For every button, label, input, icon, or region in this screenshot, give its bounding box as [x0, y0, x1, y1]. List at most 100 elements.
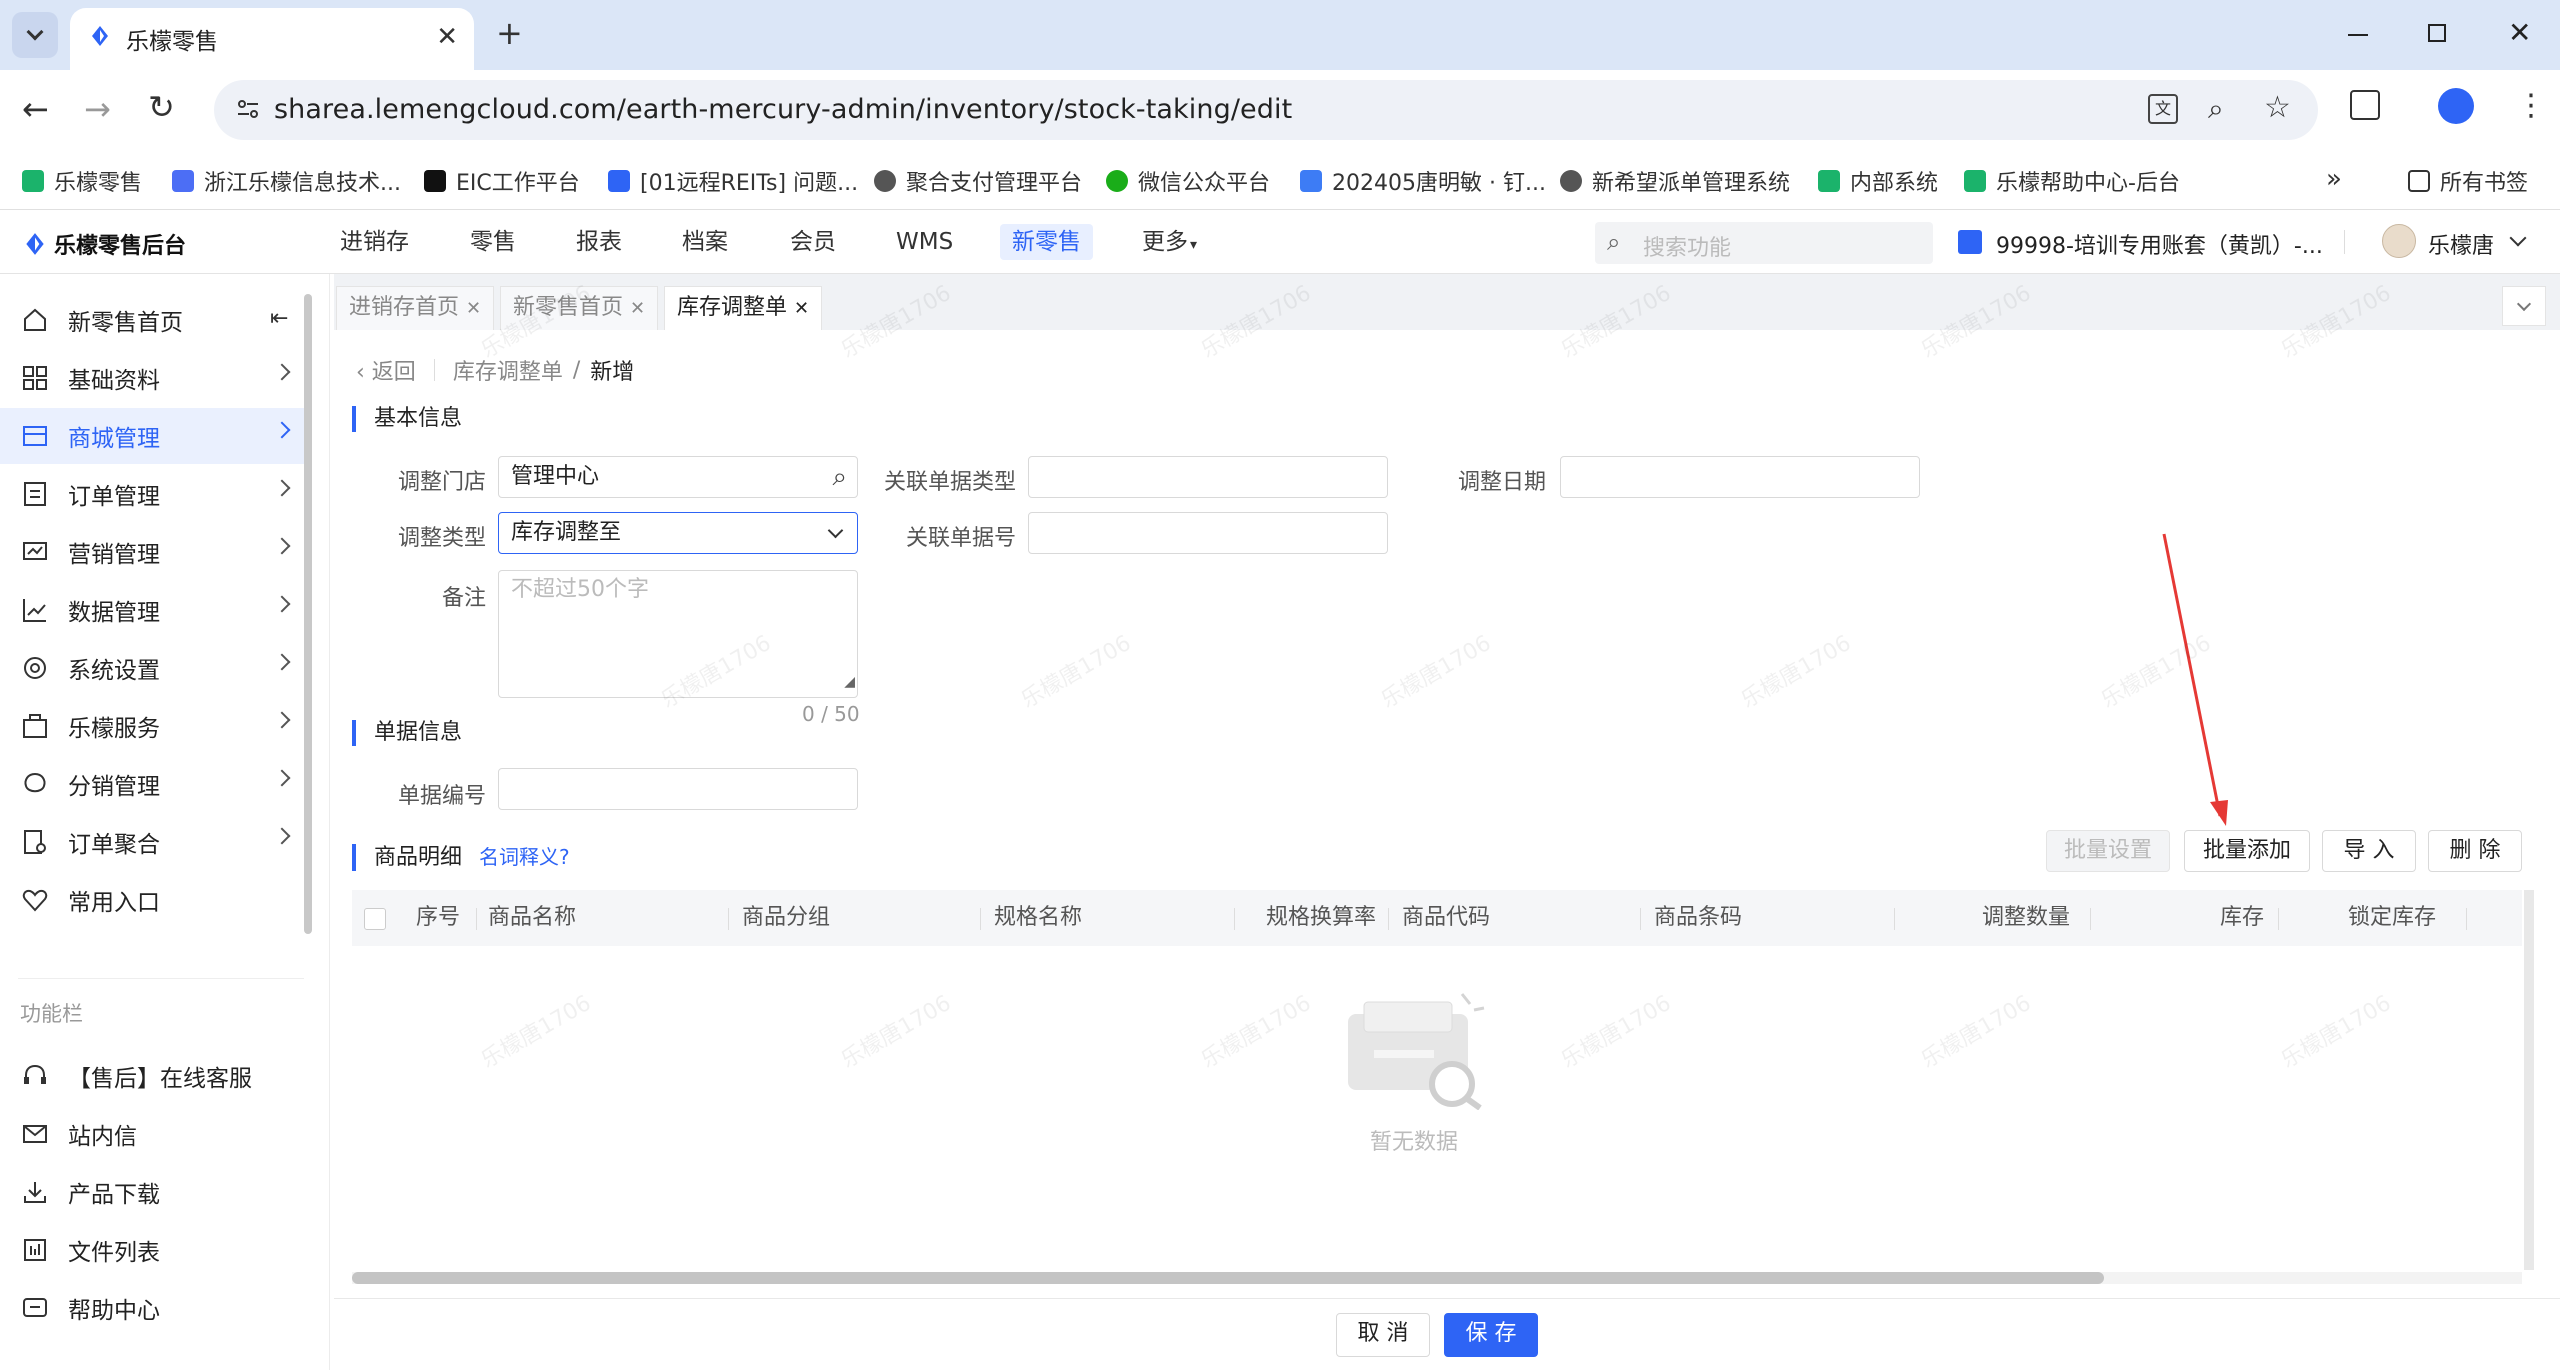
page-tab-stock-adjustment[interactable]: 库存调整单 ✕: [664, 286, 823, 330]
bookmark-item[interactable]: 202405唐明敏 · 钉...: [1300, 164, 1546, 198]
sidebar-item-file-list[interactable]: 文件列表: [0, 1222, 310, 1278]
menu-kebab-icon[interactable]: ⋮: [2516, 88, 2546, 123]
account-switcher[interactable]: 99998-培训专用账套（黄凯）-...: [1996, 228, 2323, 260]
bookmark-item[interactable]: 聚合支付管理平台: [874, 164, 1082, 198]
breadcrumb-parent[interactable]: 库存调整单: [453, 354, 563, 386]
sidebar-item-new-retail-home[interactable]: 新零售首页 ⇤: [0, 292, 310, 348]
sidebar-item-distribution[interactable]: 分销管理: [0, 756, 310, 812]
user-name[interactable]: 乐檬唐: [2428, 228, 2494, 260]
delete-button[interactable]: 删 除: [2428, 830, 2522, 872]
bookmark-item[interactable]: 乐檬零售: [22, 164, 142, 198]
zoom-icon[interactable]: ⌕: [2208, 92, 2224, 126]
sidebar-item-marketing[interactable]: 营销管理: [0, 524, 310, 580]
bookmark-item[interactable]: 乐檬帮助中心-后台: [1964, 164, 2180, 198]
col-spec-name[interactable]: 规格名称: [994, 890, 1082, 946]
sidebar-item-lemeng-service[interactable]: 乐檬服务: [0, 698, 310, 754]
batch-add-button[interactable]: 批量添加: [2184, 830, 2310, 872]
save-button[interactable]: 保 存: [1444, 1313, 1538, 1357]
col-product-code[interactable]: 商品代码: [1402, 890, 1490, 946]
nav-jinxiaocun[interactable]: 进销存: [328, 224, 421, 260]
nav-new-retail[interactable]: 新零售: [1000, 224, 1093, 260]
bookmark-star-icon[interactable]: ☆: [2264, 90, 2291, 125]
col-stock[interactable]: 库存: [2220, 890, 2264, 946]
search-icon[interactable]: ⌕: [832, 457, 847, 497]
translate-icon[interactable]: 文: [2148, 94, 2178, 124]
app-logo[interactable]: 乐檬零售后台: [22, 228, 186, 260]
bookmark-item[interactable]: 浙江乐檬信息技术...: [172, 164, 401, 198]
related-no-input[interactable]: [1028, 512, 1388, 554]
restore-icon[interactable]: [2428, 24, 2446, 42]
sidebar-scrollbar[interactable]: [304, 294, 312, 934]
glossary-link[interactable]: 名词释义?: [479, 845, 570, 869]
nav-archive[interactable]: 档案: [670, 224, 740, 260]
nav-wms[interactable]: WMS: [884, 224, 965, 260]
sidebar-item-order-aggregation[interactable]: 订单聚合: [0, 814, 310, 870]
user-menu-chevron-icon[interactable]: [2509, 229, 2527, 247]
sidebar-item-data-management[interactable]: 数据管理: [0, 582, 310, 638]
close-icon[interactable]: ✕: [466, 298, 481, 319]
sidebar-item-online-service[interactable]: 【售后】在线客服: [0, 1048, 310, 1104]
sidebar-item-mall-management[interactable]: 商城管理: [0, 408, 310, 464]
col-index[interactable]: 序号: [416, 890, 460, 946]
new-tab-icon[interactable]: +: [496, 14, 523, 52]
all-bookmarks-button[interactable]: 所有书签: [2408, 164, 2528, 198]
sidebar-item-favorites[interactable]: 常用入口: [0, 872, 310, 928]
address-bar[interactable]: sharea.lemengcloud.com/earth-mercury-adm…: [214, 80, 2318, 140]
page-tab-new-retail-home[interactable]: 新零售首页 ✕: [500, 286, 659, 330]
user-avatar[interactable]: [2382, 224, 2416, 258]
remark-textarea[interactable]: 不超过50个字 ◢: [498, 570, 858, 698]
col-locked-stock[interactable]: 锁定库存: [2348, 890, 2436, 946]
store-input[interactable]: 管理中心 ⌕: [498, 456, 858, 498]
resize-handle-icon[interactable]: ◢: [844, 667, 855, 697]
cancel-button[interactable]: 取 消: [1336, 1313, 1430, 1357]
adjust-date-input[interactable]: [1560, 456, 1920, 498]
sidebar-item-inbox[interactable]: 站内信: [0, 1106, 310, 1162]
nav-retail[interactable]: 零售: [458, 224, 528, 260]
table-vscrollbar[interactable]: [2524, 890, 2534, 1270]
function-search-input[interactable]: ⌕ 搜索功能: [1595, 222, 1933, 264]
close-icon[interactable]: ✕: [794, 298, 809, 319]
sidebar-item-help-center[interactable]: 帮助中心: [0, 1280, 310, 1336]
col-adjust-qty[interactable]: 调整数量: [1982, 890, 2070, 946]
close-icon[interactable]: ✕: [630, 298, 645, 319]
back-icon[interactable]: ←: [22, 90, 49, 128]
tab-search-button[interactable]: [12, 12, 58, 58]
nav-more[interactable]: 更多 ▾: [1130, 224, 1209, 260]
sidebar-item-basic-data[interactable]: 基础资料: [0, 350, 310, 406]
sidebar-item-download[interactable]: 产品下载: [0, 1164, 310, 1220]
doc-no-input[interactable]: [498, 768, 858, 810]
table-hscrollbar-thumb[interactable]: [352, 1272, 2104, 1284]
sidebar-item-order-management[interactable]: 订单管理: [0, 466, 310, 522]
select-all-checkbox[interactable]: [364, 908, 386, 930]
profile-avatar[interactable]: [2438, 88, 2474, 124]
bookmark-item[interactable]: 微信公众平台: [1106, 164, 1270, 198]
collapse-sidebar-icon[interactable]: ⇤: [270, 306, 288, 331]
nav-report[interactable]: 报表: [564, 224, 634, 260]
tab-close-icon[interactable]: ✕: [436, 22, 458, 52]
bookmark-item[interactable]: 内部系统: [1818, 164, 1938, 198]
related-type-input[interactable]: [1028, 456, 1388, 498]
import-button[interactable]: 导 入: [2322, 830, 2416, 872]
close-window-icon[interactable]: ✕: [2508, 16, 2531, 49]
bookmark-item[interactable]: 新希望派单管理系统: [1560, 164, 1790, 198]
minimize-icon[interactable]: [2348, 34, 2368, 36]
col-product-name[interactable]: 商品名称: [488, 890, 576, 946]
extensions-icon[interactable]: [2350, 90, 2380, 120]
page-tab-jinxiaocun-home[interactable]: 进销存首页 ✕: [336, 286, 495, 330]
bookmark-item[interactable]: [01远程REITs] 问题...: [608, 164, 858, 198]
reload-icon[interactable]: ↻: [148, 88, 175, 126]
col-barcode[interactable]: 商品条码: [1654, 890, 1742, 946]
col-product-group[interactable]: 商品分组: [742, 890, 830, 946]
nav-member[interactable]: 会员: [778, 224, 848, 260]
bookmark-item[interactable]: EIC工作平台: [424, 164, 580, 198]
sidebar-item-system-settings[interactable]: 系统设置: [0, 640, 310, 696]
tab-dropdown-button[interactable]: [2502, 286, 2546, 326]
site-info-icon[interactable]: [236, 98, 260, 120]
col-spec-rate[interactable]: 规格换算率: [1266, 890, 1376, 946]
more-bookmarks-icon[interactable]: »: [2326, 164, 2342, 194]
forward-icon[interactable]: →: [84, 90, 111, 128]
back-link[interactable]: ‹ 返回: [356, 354, 416, 386]
browser-tab[interactable]: 乐檬零售 ✕: [70, 8, 474, 70]
adjust-type-select[interactable]: 库存调整至: [498, 512, 858, 554]
batch-set-button[interactable]: 批量设置: [2046, 830, 2170, 872]
